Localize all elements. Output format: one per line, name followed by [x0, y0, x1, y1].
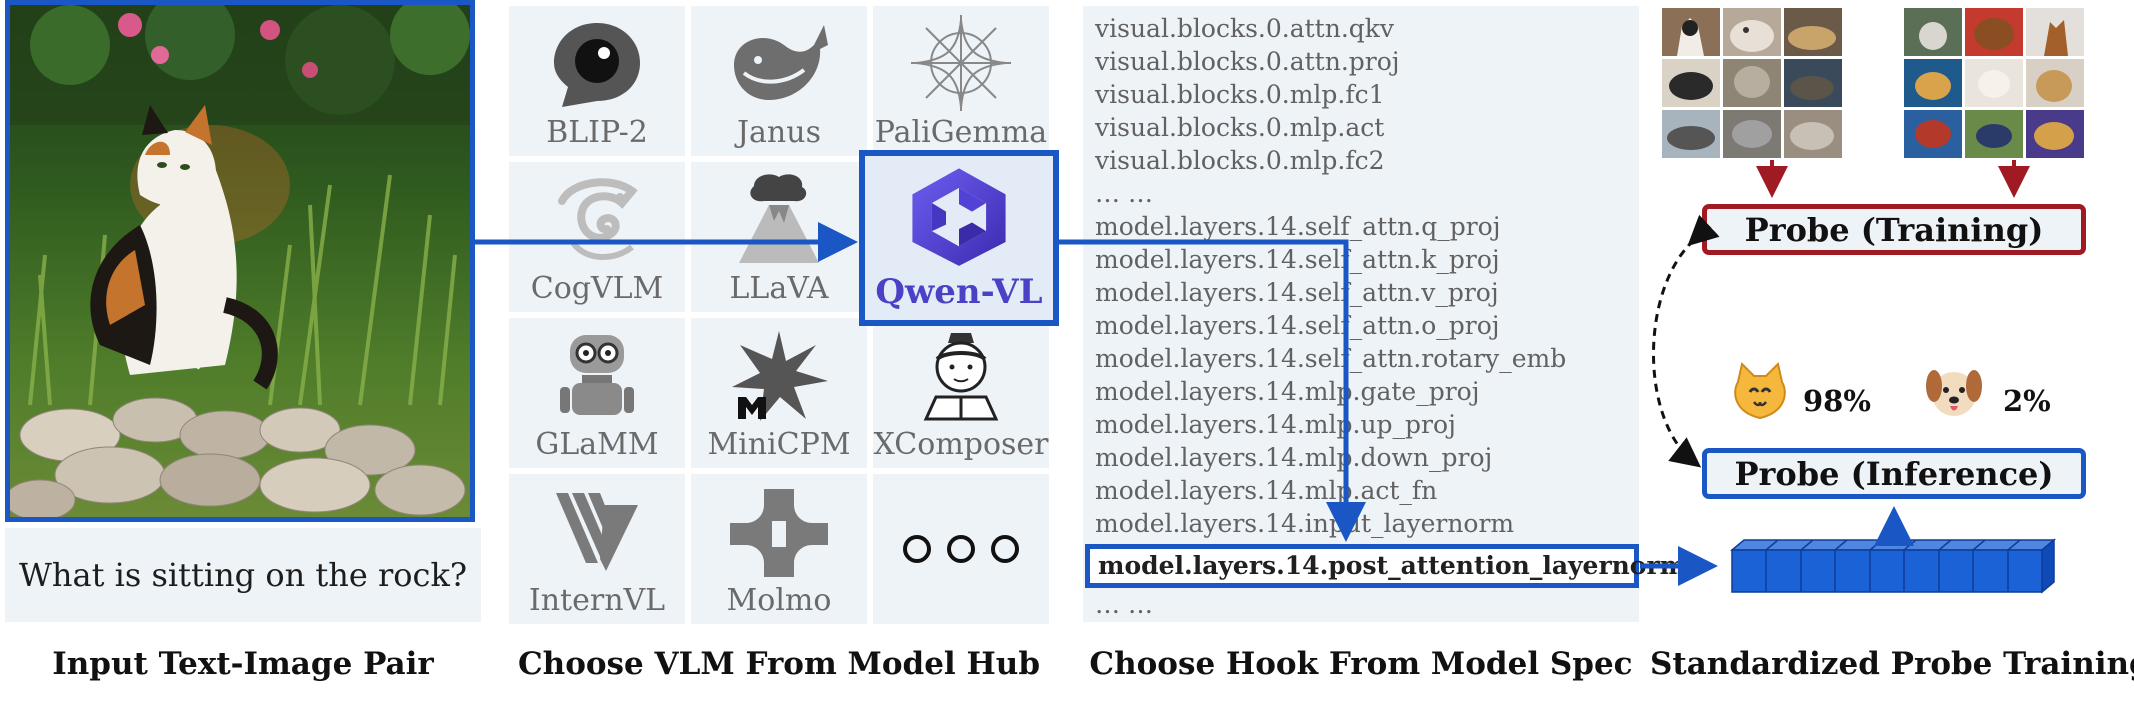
molmo-icon	[730, 489, 828, 577]
probe-inference-box: Probe (Inference)	[1702, 448, 2086, 499]
model-card-blip2[interactable]: BLIP-2	[509, 6, 685, 156]
layer-name[interactable]: visual.blocks.0.mlp.fc2	[1095, 144, 1385, 177]
cat-photo	[5, 0, 475, 522]
layer-name[interactable]: visual.blocks.0.attn.qkv	[1095, 12, 1394, 45]
scholar-icon	[923, 333, 999, 421]
model-label: XComposer	[873, 427, 1049, 462]
model-label: BLIP-2	[546, 115, 648, 150]
layer-name[interactable]: visual.blocks.0.mlp.fc1	[1095, 78, 1385, 111]
model-label: LLaVA	[729, 271, 829, 306]
model-card-cogvlm[interactable]: CogVLM	[509, 162, 685, 312]
layer-name[interactable]: visual.blocks.0.attn.proj	[1095, 45, 1400, 78]
burst-icon	[732, 331, 828, 421]
internvl-icon	[556, 493, 638, 571]
layer-ellipsis: … …	[1095, 179, 1153, 208]
cat-probability: 98%	[1803, 384, 1871, 418]
cat-image	[10, 5, 470, 517]
qwen-icon	[912, 168, 1006, 266]
layer-name[interactable]: model.layers.14.mlp.act_fn	[1095, 474, 1437, 507]
layer-name[interactable]: model.layers.14.mlp.down_proj	[1095, 441, 1492, 474]
more-models[interactable]	[873, 474, 1049, 624]
model-label: MiniCPM	[707, 427, 851, 462]
model-label: Qwen-VL	[875, 272, 1043, 312]
selected-hook-layer[interactable]: model.layers.14.post_attention_layernorm	[1085, 544, 1686, 588]
sparkle-icon	[911, 15, 1011, 111]
question-text: What is sitting on the rock?	[5, 528, 481, 622]
layer-name[interactable]: model.layers.14.self_attn.v_proj	[1095, 276, 1499, 309]
dog-training-images	[1904, 8, 2084, 158]
whale-icon	[734, 25, 828, 100]
model-card-xcomposer[interactable]: XComposer	[873, 318, 1049, 468]
model-card-molmo[interactable]: Molmo	[691, 474, 867, 624]
model-card-qwen-vl[interactable]: Qwen-VL	[859, 150, 1059, 326]
model-card-llava[interactable]: LLaVA	[691, 162, 867, 312]
model-card-janus[interactable]: Janus	[691, 6, 867, 156]
model-card-paligemma[interactable]: PaliGemma	[873, 6, 1049, 156]
blip2-icon	[554, 23, 640, 107]
model-label: CogVLM	[530, 271, 664, 306]
layer-name[interactable]: model.layers.14.self_attn.rotary_emb	[1095, 342, 1566, 375]
layer-name[interactable]: model.layers.14.self_attn.q_proj	[1095, 210, 1500, 243]
chameleon-icon	[558, 178, 638, 261]
feature-vector	[1729, 538, 2057, 594]
model-card-minicpm[interactable]: MiniCPM	[691, 318, 867, 468]
ellipsis-icon	[903, 535, 1019, 563]
layer-ellipsis: … …	[1095, 590, 1153, 619]
model-label: GLaMM	[535, 427, 659, 462]
model-label: PaliGemma	[874, 115, 1048, 150]
caption-probe: Standardized Probe Training	[1650, 646, 2134, 682]
model-hub: BLIP-2 Janus PaliGemma CogVLM LLaVA Qwen…	[509, 6, 1059, 624]
caption-input: Input Text-Image Pair	[52, 646, 434, 682]
cat-training-images	[1662, 8, 1842, 158]
layer-name[interactable]: model.layers.14.mlp.up_proj	[1095, 408, 1456, 441]
layer-name[interactable]: model.layers.14.input_layernorm	[1095, 507, 1514, 540]
cat-thumbnails	[1662, 8, 1842, 158]
model-label: Molmo	[726, 583, 832, 618]
dog-probability: 2%	[2003, 384, 2051, 418]
model-label: Janus	[737, 115, 821, 150]
volcano-icon	[739, 174, 819, 263]
layer-name[interactable]: model.layers.14.self_attn.k_proj	[1095, 243, 1500, 276]
input-panel: What is sitting on the rock?	[5, 0, 481, 622]
model-card-internvl[interactable]: InternVL	[509, 474, 685, 624]
model-card-glamm[interactable]: GLaMM	[509, 318, 685, 468]
cat-face-icon	[1734, 362, 1786, 420]
layer-name[interactable]: model.layers.14.mlp.gate_proj	[1095, 375, 1479, 408]
caption-spec: Choose Hook From Model Spec	[1089, 646, 1633, 682]
caption-hub: Choose VLM From Model Hub	[517, 646, 1041, 682]
dog-thumbnails	[1904, 8, 2084, 158]
layer-name[interactable]: model.layers.14.self_attn.o_proj	[1095, 309, 1500, 342]
model-label: InternVL	[528, 583, 666, 618]
probe-training-box: Probe (Training)	[1702, 204, 2086, 255]
dog-face-icon	[1926, 370, 1982, 416]
layer-name[interactable]: visual.blocks.0.mlp.act	[1095, 111, 1384, 144]
model-spec-panel: visual.blocks.0.attn.qkv visual.blocks.0…	[1083, 6, 1686, 622]
robot-icon	[560, 335, 634, 415]
